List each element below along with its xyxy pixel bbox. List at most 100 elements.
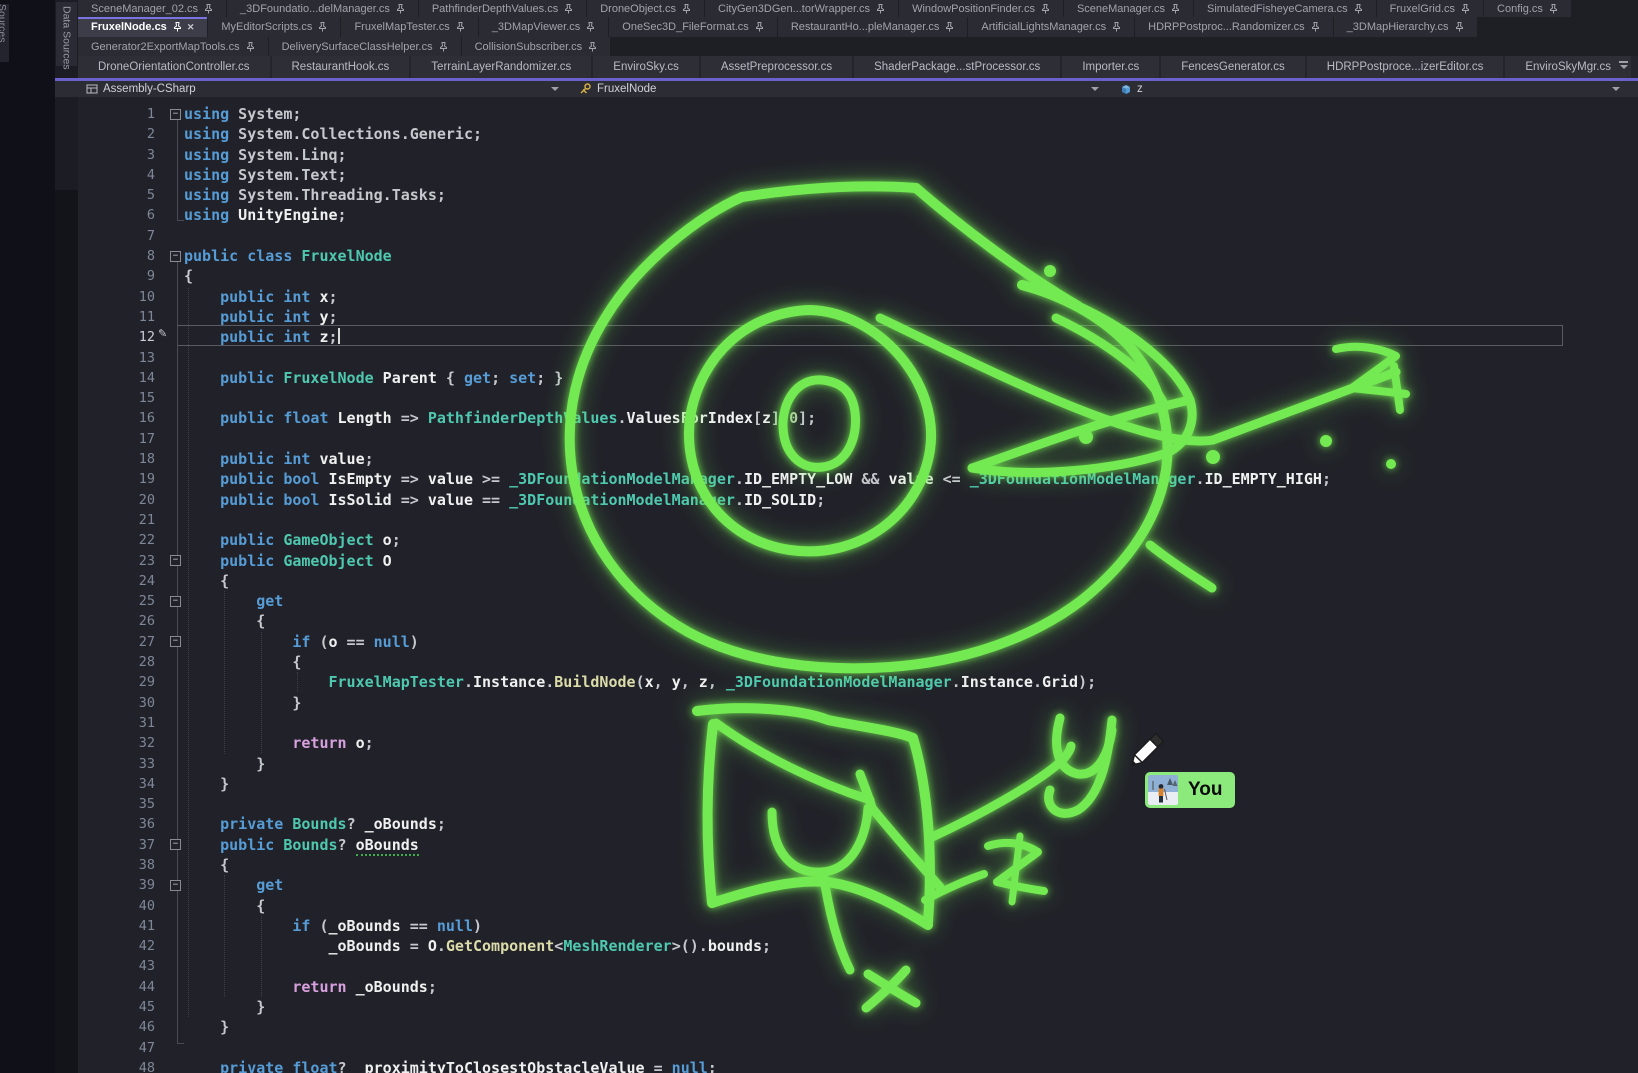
toolwindow-tab-clipped[interactable]: Data Sources	[0, 4, 9, 62]
code-line-41[interactable]: 41 if (_oBounds == null)	[78, 916, 1638, 936]
code-line-26[interactable]: 26 {	[78, 611, 1638, 631]
tab-FencesGenerator.cs[interactable]: FencesGenerator.cs	[1161, 56, 1305, 78]
pin-icon[interactable]	[439, 42, 448, 52]
tab-CollisionSubscriber.cs[interactable]: CollisionSubscriber.cs	[462, 37, 611, 56]
fold-toggle[interactable]: −	[170, 596, 181, 607]
code-line-20[interactable]: 20 public bool IsSolid => value == _3DFo…	[78, 490, 1638, 510]
tab-Config.cs[interactable]: Config.cs	[1484, 0, 1571, 17]
code-line-1[interactable]: 1−using System;	[78, 104, 1638, 124]
tab-DeliverySurfaceClassHelper.cs[interactable]: DeliverySurfaceClassHelper.cs	[269, 37, 461, 56]
tab-ShaderPackage...stProcessor.cs[interactable]: ShaderPackage...stProcessor.cs	[854, 56, 1060, 78]
tab-SceneManager_02.cs[interactable]: SceneManager_02.cs	[78, 0, 226, 17]
tab-TerrainLayerRandomizer.cs[interactable]: TerrainLayerRandomizer.cs	[411, 56, 591, 78]
tab-Generator2ExportMapTools.cs[interactable]: Generator2ExportMapTools.cs	[78, 37, 268, 56]
code-line-29[interactable]: 29 FruxelMapTester.Instance.BuildNode(x,…	[78, 672, 1638, 692]
fold-toggle[interactable]: −	[170, 636, 181, 647]
pin-icon[interactable]	[588, 42, 597, 52]
code-line-48[interactable]: 48 private float? _proximityToClosestObs…	[78, 1058, 1638, 1073]
code-line-42[interactable]: 42 _oBounds = O.GetComponent<MeshRendere…	[78, 936, 1638, 956]
fold-toggle[interactable]: −	[170, 555, 181, 566]
pin-icon[interactable]	[1112, 22, 1121, 32]
pin-icon[interactable]	[1354, 4, 1363, 14]
tab-FruxelNode.cs[interactable]: FruxelNode.cs✕	[78, 17, 207, 37]
code-line-13[interactable]: 13	[78, 348, 1638, 368]
code-line-24[interactable]: 24 {	[78, 571, 1638, 591]
tab-FruxelGrid.cs[interactable]: FruxelGrid.cs	[1377, 0, 1483, 17]
tab-Importer.cs[interactable]: Importer.cs	[1062, 56, 1159, 78]
code-line-12[interactable]: 12 public int z;	[78, 327, 1638, 347]
code-line-25[interactable]: 25− get	[78, 591, 1638, 611]
pin-icon[interactable]	[1041, 4, 1050, 14]
code-line-39[interactable]: 39− get	[78, 875, 1638, 895]
code-line-32[interactable]: 32 return o;	[78, 733, 1638, 753]
pin-icon[interactable]	[246, 42, 255, 52]
pin-icon[interactable]	[1461, 4, 1470, 14]
code-line-19[interactable]: 19 public bool IsEmpty => value >= _3DFo…	[78, 469, 1638, 489]
code-line-15[interactable]: 15	[78, 388, 1638, 408]
code-line-44[interactable]: 44 return _oBounds;	[78, 977, 1638, 997]
code-line-30[interactable]: 30 }	[78, 693, 1638, 713]
pin-icon[interactable]	[564, 4, 573, 14]
tab-_3DFoundatio...delManager.cs[interactable]: _3DFoundatio...delManager.cs	[227, 0, 418, 17]
tab-RestaurantHook.cs[interactable]: RestaurantHook.cs	[272, 56, 410, 78]
project-dropdown[interactable]: Assembly-CSharp	[55, 81, 567, 97]
code-line-38[interactable]: 38 {	[78, 855, 1638, 875]
fold-toggle[interactable]: −	[170, 880, 181, 891]
pin-icon[interactable]	[318, 22, 327, 32]
pin-icon[interactable]	[876, 4, 885, 14]
pin-icon[interactable]	[204, 4, 213, 14]
code-line-40[interactable]: 40 {	[78, 896, 1638, 916]
code-editor[interactable]: 1−using System;2using System.Collections…	[78, 97, 1638, 1073]
tab-PathfinderDepthValues.cs[interactable]: PathfinderDepthValues.cs	[419, 0, 586, 17]
pin-icon[interactable]	[1549, 4, 1558, 14]
tab-DroneOrientationController.cs[interactable]: DroneOrientationController.cs	[78, 56, 270, 78]
tab-_3DMapHierarchy.cs[interactable]: _3DMapHierarchy.cs	[1334, 17, 1477, 37]
code-line-27[interactable]: 27− if (o == null)	[78, 632, 1638, 652]
tab-DroneObject.cs[interactable]: DroneObject.cs	[587, 0, 704, 17]
code-line-7[interactable]: 7	[78, 226, 1638, 246]
code-line-33[interactable]: 33 }	[78, 754, 1638, 774]
code-line-5[interactable]: 5using System.Threading.Tasks;	[78, 185, 1638, 205]
pin-icon[interactable]	[945, 22, 954, 32]
tab-AssetPreprocessor.cs[interactable]: AssetPreprocessor.cs	[701, 56, 852, 78]
code-line-11[interactable]: 11 public int y;	[78, 307, 1638, 327]
tab-HDRPPostproc...Randomizer.cs[interactable]: HDRPPostproc...Randomizer.cs	[1135, 17, 1333, 37]
code-line-43[interactable]: 43	[78, 956, 1638, 976]
code-line-18[interactable]: 18 public int value;	[78, 449, 1638, 469]
code-line-45[interactable]: 45 }	[78, 997, 1638, 1017]
tab-ArtificialLightsManager.cs[interactable]: ArtificialLightsManager.cs	[968, 17, 1134, 37]
pin-icon[interactable]	[586, 22, 595, 32]
tab-SimulatedFisheyeCamera.cs[interactable]: SimulatedFisheyeCamera.cs	[1194, 0, 1376, 17]
code-line-8[interactable]: 8−public class FruxelNode	[78, 246, 1638, 266]
code-line-23[interactable]: 23− public GameObject O	[78, 551, 1638, 571]
tab-OneSec3D_FileFormat.cs[interactable]: OneSec3D_FileFormat.cs	[609, 17, 777, 37]
code-line-6[interactable]: 6using UnityEngine;	[78, 205, 1638, 225]
tab-MyEditorScripts.cs[interactable]: MyEditorScripts.cs	[208, 17, 340, 37]
tab-FruxelMapTester.cs[interactable]: FruxelMapTester.cs	[341, 17, 477, 37]
code-line-16[interactable]: 16 public float Length => PathfinderDept…	[78, 408, 1638, 428]
code-line-37[interactable]: 37− public Bounds? oBounds	[78, 835, 1638, 855]
type-dropdown[interactable]: FruxelNode	[567, 81, 1107, 97]
tab-_3DMapViewer.cs[interactable]: _3DMapViewer.cs	[479, 17, 608, 37]
code-line-4[interactable]: 4using System.Text;	[78, 165, 1638, 185]
pin-icon[interactable]	[755, 22, 764, 32]
pin-icon[interactable]	[1311, 22, 1320, 32]
fold-toggle[interactable]: −	[170, 109, 181, 120]
tab-RestaurantHo...pleManager.cs[interactable]: RestaurantHo...pleManager.cs	[778, 17, 968, 37]
code-line-17[interactable]: 17	[78, 429, 1638, 449]
close-icon[interactable]: ✕	[187, 22, 195, 33]
code-line-14[interactable]: 14 public FruxelNode Parent { get; set; …	[78, 368, 1638, 388]
pin-icon[interactable]	[456, 22, 465, 32]
pin-icon[interactable]	[1171, 4, 1180, 14]
fold-toggle[interactable]: −	[170, 839, 181, 850]
pin-icon[interactable]	[682, 4, 691, 14]
tab-HDRPPostproce...izerEditor.cs[interactable]: HDRPPostproce...izerEditor.cs	[1307, 56, 1504, 78]
tab-SceneManager.cs[interactable]: SceneManager.cs	[1064, 0, 1193, 17]
pin-icon[interactable]	[173, 22, 182, 32]
code-line-10[interactable]: 10 public int x;	[78, 287, 1638, 307]
tab-WindowPositionFinder.cs[interactable]: WindowPositionFinder.cs	[899, 0, 1063, 17]
data-sources-vertical-tab[interactable]: Data Sources	[56, 2, 77, 66]
fold-toggle[interactable]: −	[170, 251, 181, 262]
code-line-47[interactable]: 47	[78, 1038, 1638, 1058]
tab-overflow-icon[interactable]	[1617, 61, 1630, 73]
